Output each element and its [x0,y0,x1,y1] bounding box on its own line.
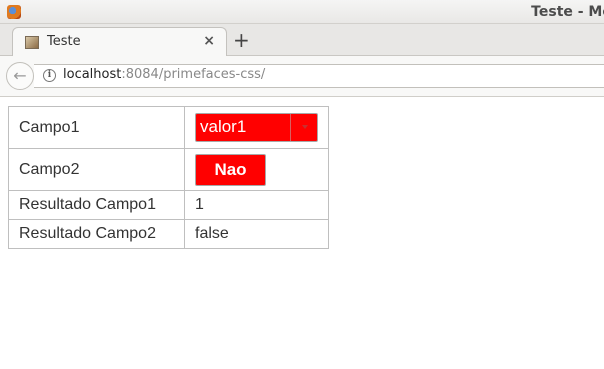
campo2-toggle-button[interactable]: Nao [195,153,266,186]
new-tab-button[interactable]: + [233,28,250,52]
info-icon[interactable]: i [43,69,56,82]
resultado-campo1-value: 1 [184,190,329,220]
campo1-dropdown[interactable]: valor1 [195,113,318,142]
dropdown-trigger[interactable] [290,114,317,141]
close-icon[interactable]: × [203,33,215,49]
page-content: Campo1 valor1 Campo2 Nao Resultado Campo… [8,106,329,249]
campo2-label: Campo2 [8,148,185,191]
resultado-campo2-value: false [184,219,329,249]
campo1-label: Campo1 [8,106,185,149]
table-row: Campo2 Nao [8,148,329,191]
chevron-down-icon [302,125,308,129]
campo1-selected-value[interactable]: valor1 [200,117,246,137]
url-host: localhost [63,67,122,82]
table-row: Campo1 valor1 [8,106,329,149]
table-row: Resultado Campo1 1 [8,190,329,220]
form-panel-grid: Campo1 valor1 Campo2 Nao Resultado Campo… [8,106,329,249]
back-button[interactable]: ← [6,62,34,90]
page-icon [25,36,39,49]
navigation-bar: i localhost:8084/primefaces-css/ ← [0,56,604,97]
resultado-campo1-label: Resultado Campo1 [8,190,185,220]
campo2-cell: Nao [184,148,329,191]
url-bar[interactable]: i localhost:8084/primefaces-css/ [34,64,604,88]
campo1-cell: valor1 [184,106,329,149]
window-title: Teste - Mo [531,4,604,20]
table-row: Resultado Campo2 false [8,219,329,249]
window-titlebar: Teste - Mo [0,0,604,24]
tab-strip: Teste × + [0,24,604,57]
tab-teste[interactable]: Teste × [12,27,227,57]
tab-label: Teste [47,34,81,49]
url-text[interactable]: localhost:8084/primefaces-css/ [63,67,265,82]
url-path: :8084/primefaces-css/ [121,67,266,82]
firefox-icon [7,5,21,19]
resultado-campo2-label: Resultado Campo2 [8,219,185,249]
